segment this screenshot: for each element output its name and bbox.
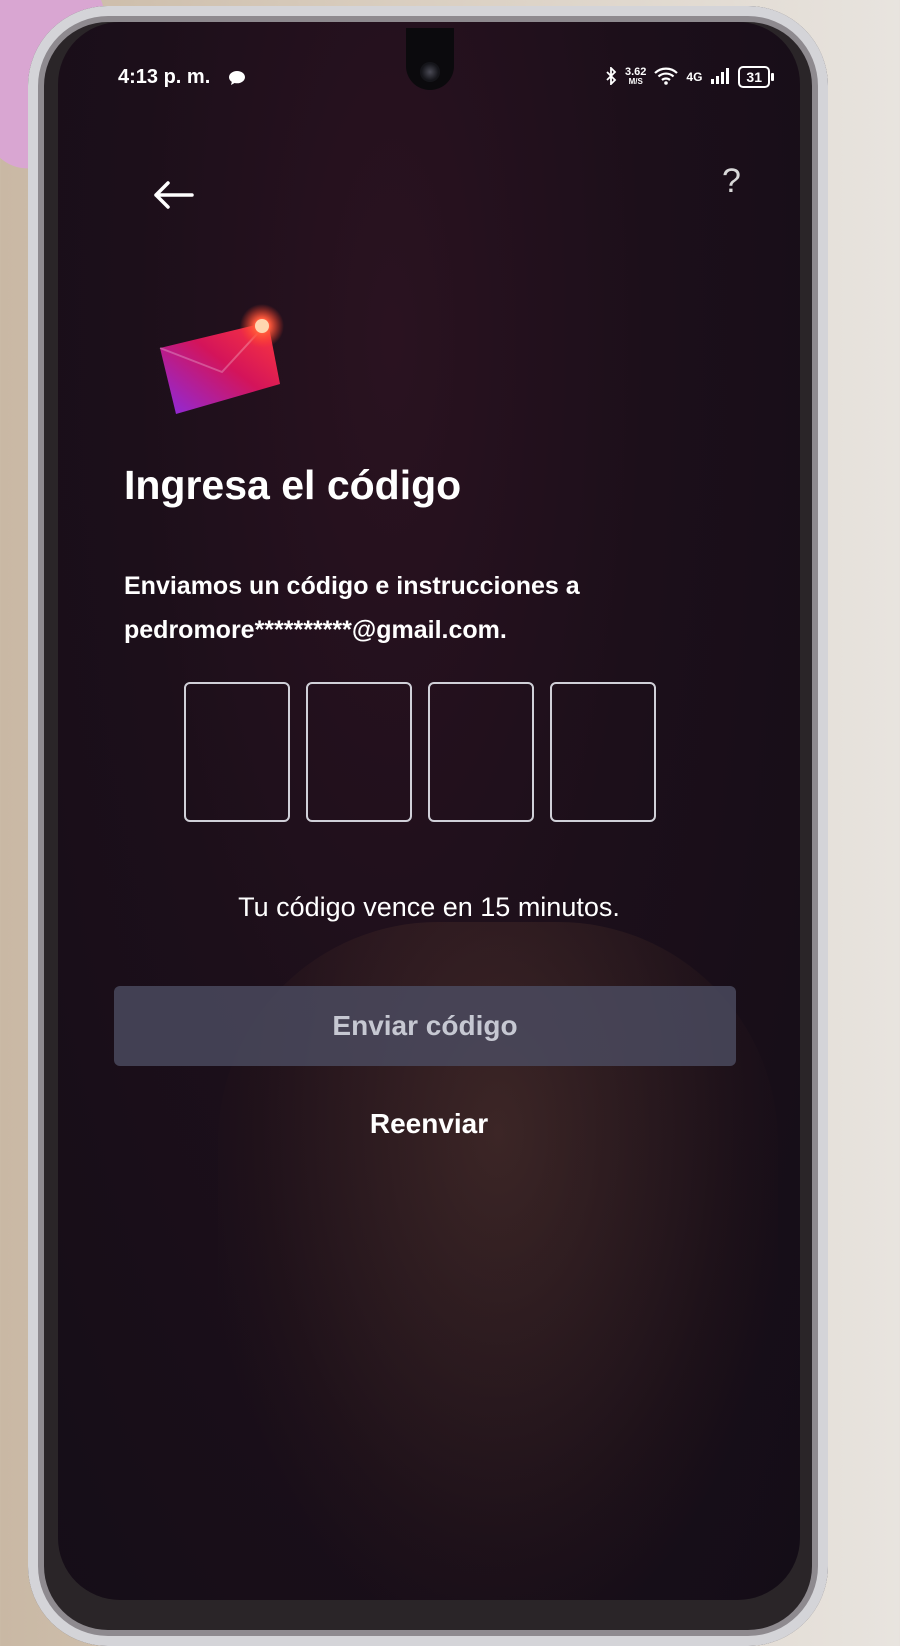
resend-link[interactable]: Reenviar — [58, 1108, 800, 1140]
question-mark-icon[interactable]: ? — [722, 162, 741, 201]
code-input-group — [184, 682, 656, 822]
signal-icon — [710, 67, 730, 88]
instructions-text: Enviamos un código e instrucciones a ped… — [124, 564, 580, 652]
network-speed-unit: M/S — [628, 77, 643, 86]
status-right-group: 3.62 M/S 4G 31 — [605, 65, 774, 88]
network-type-label: 4G — [686, 70, 703, 84]
chat-bubble-icon — [228, 70, 246, 91]
arrow-left-icon — [152, 180, 194, 215]
network-speed-value: 3.62 — [624, 66, 647, 78]
network-speed: 3.62 M/S — [625, 67, 646, 87]
send-code-button[interactable]: Enviar código — [114, 986, 736, 1066]
code-digit-4[interactable] — [550, 682, 656, 822]
code-digit-1[interactable] — [184, 682, 290, 822]
instructions-line-1: Enviamos un código e instrucciones a — [124, 572, 580, 600]
back-button[interactable] — [148, 172, 198, 222]
front-camera — [420, 62, 440, 82]
code-digit-3[interactable] — [428, 682, 534, 822]
wifi-icon — [654, 67, 679, 88]
bluetooth-icon — [605, 65, 617, 88]
masked-email: pedromore**********@gmail.com. — [124, 616, 507, 644]
expiry-notice: Tu código vence en 15 minutos. — [238, 892, 620, 922]
code-digit-2[interactable] — [306, 682, 412, 822]
status-bar: 4:13 p. m. 3.62 M/S 4G 31 — [58, 22, 800, 102]
envelope-icon — [158, 302, 298, 427]
status-time: 4:13 p. m. — [118, 66, 211, 88]
battery-indicator: 31 — [738, 66, 774, 88]
page-title: Ingresa el código — [124, 462, 462, 508]
phone-screen: 4:13 p. m. 3.62 M/S 4G 31 ? Ingresa el c… — [58, 22, 800, 1600]
